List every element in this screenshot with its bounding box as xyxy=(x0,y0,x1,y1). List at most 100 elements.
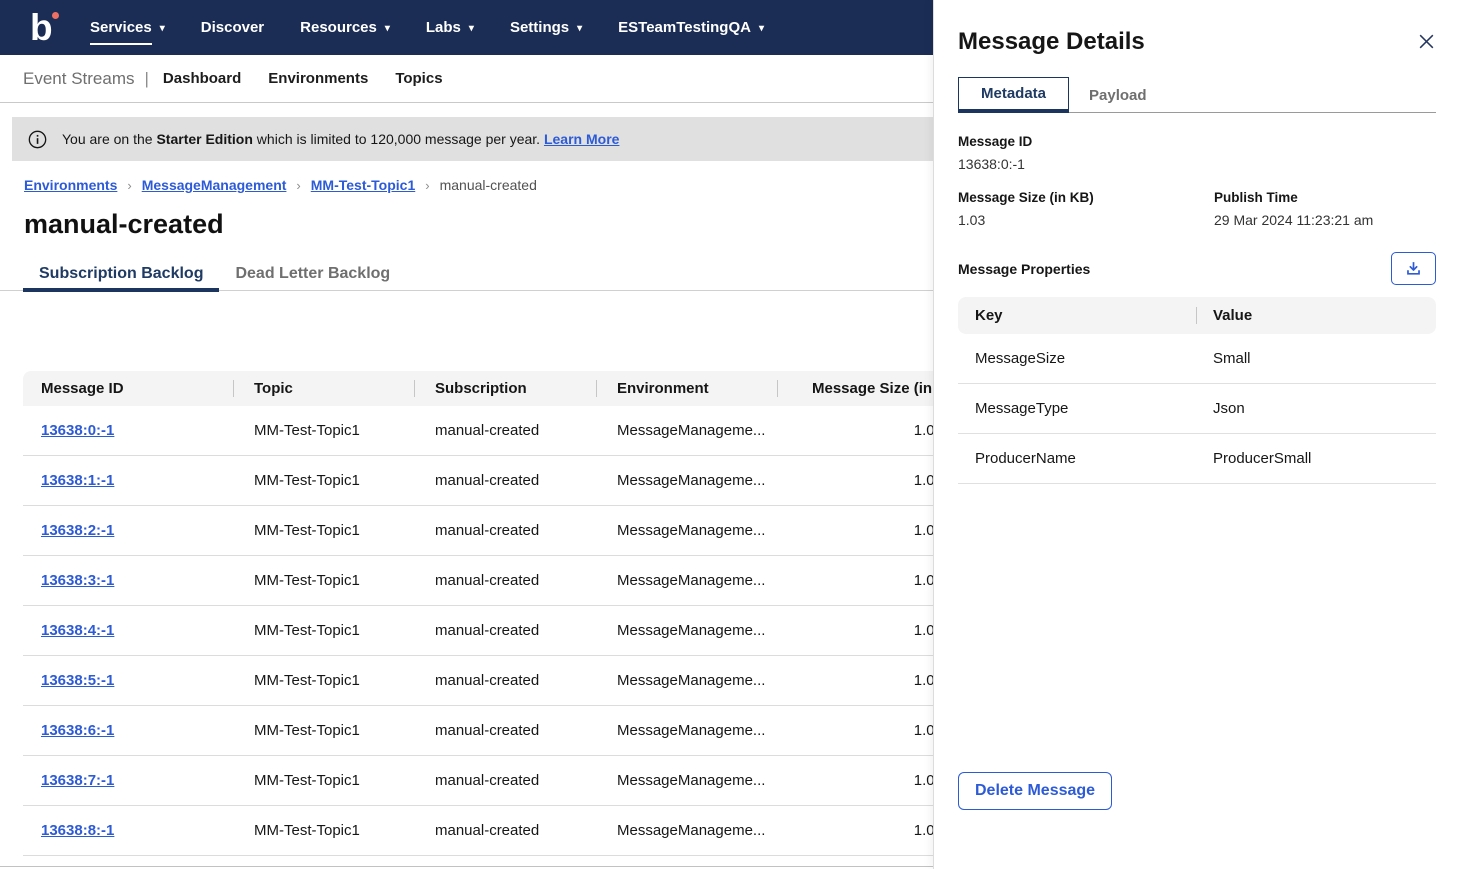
delete-message-button[interactable]: Delete Message xyxy=(958,772,1113,810)
table-row: 13638:7:-1 MM-Test-Topic1 manual-created Me… xyxy=(23,756,963,806)
panel-tab-metadata[interactable]: Metadata xyxy=(958,77,1070,113)
message-id-link[interactable]: 13638:3:-1 xyxy=(41,572,114,589)
properties-table-header: Key Value xyxy=(958,297,1436,334)
chevron-down-icon: ▾ xyxy=(468,22,474,34)
property-value: Json xyxy=(1213,400,1245,417)
message-details-panel: Message Details Metadata Payload Message … xyxy=(933,0,1460,869)
learn-more-link[interactable]: Learn More xyxy=(544,131,619,147)
property-value: ProducerSmall xyxy=(1213,450,1312,467)
message-id-link[interactable]: 13638:7:-1 xyxy=(41,772,114,789)
nav-item-label: ESTeamTestingQA xyxy=(618,19,751,36)
subnav-item-dashboard[interactable]: Dashboard xyxy=(163,70,241,87)
cell-environment: MessageManageme... xyxy=(617,822,766,839)
field-message-id: Message ID 13638:0:-1 xyxy=(958,134,1436,172)
chevron-down-icon: ▾ xyxy=(159,22,165,34)
message-id-link[interactable]: 13638:1:-1 xyxy=(41,472,114,489)
backlog-table: Message ID Topic Subscription Environment Me… xyxy=(23,371,963,856)
message-id-link[interactable]: 13638:8:-1 xyxy=(41,822,114,839)
cell-topic: MM-Test-Topic1 xyxy=(254,722,360,739)
message-properties-heading: Message Properties xyxy=(958,260,1091,277)
table-row: 13638:5:-1 MM-Test-Topic1 manual-created Me… xyxy=(23,656,963,706)
cell-subscription: manual-created xyxy=(435,622,540,639)
message-properties-header: Message Properties xyxy=(958,252,1436,285)
download-properties-button[interactable] xyxy=(1391,252,1436,285)
cell-message-id: 13638:8:-1 xyxy=(23,822,233,839)
table-row: 13638:3:-1 MM-Test-Topic1 manual-created Me… xyxy=(23,556,963,606)
panel-tabs: Metadata Payload xyxy=(958,77,1436,113)
top-nav-items: Services ▾ Discover Resources ▾ Labs ▾ Settings… xyxy=(90,19,764,45)
chevron-down-icon: ▾ xyxy=(758,22,764,34)
panel-tab-payload[interactable]: Payload xyxy=(1069,79,1167,112)
tab-dead-letter-backlog[interactable]: Dead Letter Backlog xyxy=(219,257,406,291)
nav-item-label: Labs xyxy=(425,19,461,36)
nav-item-resources[interactable]: Resources ▾ xyxy=(300,19,390,36)
cell-topic: MM-Test-Topic1 xyxy=(254,472,360,489)
brand-letter: b xyxy=(30,6,53,48)
banner-text: You are on the Starter Edition which is … xyxy=(62,131,619,147)
properties-table-body: MessageSize Small MessageType Json ProducerN… xyxy=(958,334,1436,484)
field-label: Message ID xyxy=(958,134,1033,149)
breadcrumb-link-messagemanagement[interactable]: MessageManagement xyxy=(142,177,287,193)
product-separator: | xyxy=(144,68,149,88)
cell-subscription: manual-created xyxy=(435,522,540,539)
close-button[interactable] xyxy=(1417,32,1436,51)
nav-item-label: Settings xyxy=(509,19,570,36)
table-row: 13638:4:-1 MM-Test-Topic1 manual-created Me… xyxy=(23,606,963,656)
table-row: 13638:1:-1 MM-Test-Topic1 manual-created Me… xyxy=(23,456,963,506)
message-id-link[interactable]: 13638:6:-1 xyxy=(41,722,114,739)
table-row: 13638:2:-1 MM-Test-Topic1 manual-created Me… xyxy=(23,506,963,556)
cell-subscription: manual-created xyxy=(435,422,540,439)
banner-prefix: You are on the xyxy=(62,131,157,147)
cell-topic: MM-Test-Topic1 xyxy=(254,422,360,439)
message-id-link[interactable]: 13638:4:-1 xyxy=(41,622,114,639)
cell-environment: MessageManageme... xyxy=(617,422,766,439)
breadcrumb-link-mm-test-topic1[interactable]: MM-Test-Topic1 xyxy=(311,177,415,193)
properties-row: ProducerName ProducerSmall xyxy=(958,434,1436,484)
cell-topic: MM-Test-Topic1 xyxy=(254,522,360,539)
cell-subscription: manual-created xyxy=(435,822,540,839)
cell-message-id: 13638:4:-1 xyxy=(23,622,233,639)
message-id-link[interactable]: 13638:0:-1 xyxy=(41,422,114,439)
banner-edition: Starter Edition xyxy=(156,131,253,147)
panel-title: Message Details xyxy=(958,28,1145,55)
tab-subscription-backlog[interactable]: Subscription Backlog xyxy=(23,257,220,292)
cell-environment: MessageManageme... xyxy=(617,722,766,739)
subnav-item-environments[interactable]: Environments xyxy=(268,70,368,87)
breadcrumb-separator-icon: › xyxy=(425,177,430,193)
app-window: b Services ▾ Discover Resources ▾ Labs ▾ Settin… xyxy=(0,0,1460,869)
nav-item-services[interactable]: Services ▾ xyxy=(90,19,165,45)
cell-message-id: 13638:3:-1 xyxy=(23,572,233,589)
subnav-item-topics[interactable]: Topics xyxy=(395,70,442,87)
brand-logo-icon[interactable]: b xyxy=(30,6,60,48)
cell-message-id: 13638:6:-1 xyxy=(23,722,233,739)
product-nav-items: Dashboard Environments Topics xyxy=(163,70,443,87)
cell-topic: MM-Test-Topic1 xyxy=(254,572,360,589)
cell-subscription: manual-created xyxy=(435,672,540,689)
nav-item-label: Services xyxy=(90,19,152,45)
table-header: Message ID Topic Subscription Environment Me… xyxy=(23,371,963,406)
nav-item-label: Discover xyxy=(200,19,265,36)
cell-message-id: 13638:0:-1 xyxy=(23,422,233,439)
breadcrumb-separator-icon: › xyxy=(127,177,132,193)
breadcrumb-current: manual-created xyxy=(439,177,537,193)
chevron-down-icon: ▾ xyxy=(577,22,583,34)
message-id-link[interactable]: 13638:5:-1 xyxy=(41,672,114,689)
properties-row: MessageType Json xyxy=(958,384,1436,434)
field-grid: Message Size (in KB) 1.03 Publish Time 2… xyxy=(958,190,1436,228)
cell-topic: MM-Test-Topic1 xyxy=(254,772,360,789)
cell-message-id: 13638:2:-1 xyxy=(23,522,233,539)
cell-environment: MessageManageme... xyxy=(617,672,766,689)
nav-item-labs[interactable]: Labs ▾ xyxy=(426,19,474,36)
nav-item-esteamtestingqa[interactable]: ESTeamTestingQA ▾ xyxy=(618,19,764,36)
breadcrumb-link-environments[interactable]: Environments xyxy=(24,177,117,193)
cell-environment: MessageManageme... xyxy=(617,522,766,539)
cell-subscription: manual-created xyxy=(435,472,540,489)
field-label: Message Size (in KB) xyxy=(958,190,1094,205)
nav-item-discover[interactable]: Discover xyxy=(201,19,264,36)
table-row: 13638:0:-1 MM-Test-Topic1 manual-created Me… xyxy=(23,406,963,456)
message-id-link[interactable]: 13638:2:-1 xyxy=(41,522,114,539)
properties-column-value: Value xyxy=(1196,297,1436,334)
nav-item-settings[interactable]: Settings ▾ xyxy=(510,19,582,36)
banner-suffix: which is limited to 120,000 message per … xyxy=(252,131,541,147)
column-header-environment: Environment xyxy=(596,371,777,406)
